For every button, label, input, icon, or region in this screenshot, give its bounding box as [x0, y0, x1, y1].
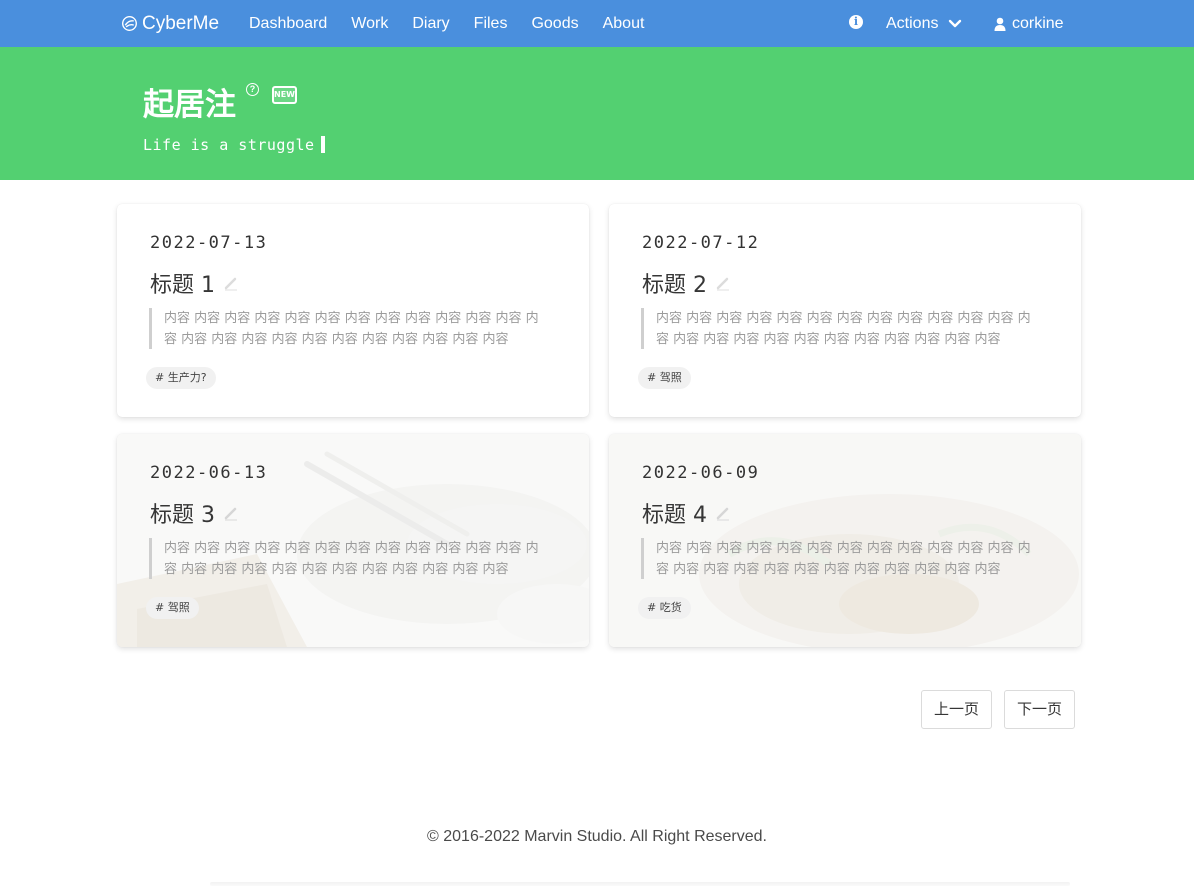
card-date: 2022-07-12 [642, 233, 760, 253]
card-title-text: 标题 3 [150, 503, 215, 528]
actions-dropdown[interactable]: Actions [886, 0, 962, 47]
nav-link-dashboard[interactable]: Dashboard [249, 15, 327, 33]
card-content: 内容 内容 内容 内容 内容 内容 内容 内容 内容 内容 内容 内容 内容 内… [641, 538, 1043, 579]
card-tag[interactable]: # 吃货 [638, 597, 691, 619]
card-title: 标题 3 [150, 497, 239, 529]
chevron-down-icon [949, 19, 962, 27]
cyberme-logo-icon [122, 16, 137, 31]
nav-link-goods[interactable]: Goods [531, 15, 578, 33]
nav-link-work[interactable]: Work [351, 15, 388, 33]
card-content: 内容 内容 内容 内容 内容 内容 内容 内容 内容 内容 内容 内容 内容 内… [149, 538, 551, 579]
hero-subtitle: Life is a struggle [143, 136, 325, 154]
help-icon[interactable]: ? [246, 83, 259, 96]
card-content: 内容 内容 内容 内容 内容 内容 内容 内容 内容 内容 内容 内容 内容 内… [149, 308, 551, 349]
diary-card[interactable]: 2022-06-09 标题 4 内容 内容 内容 内容 内容 内容 内容 内容 … [609, 434, 1081, 647]
subtitle-text: Life is a struggle [143, 136, 315, 154]
next-page-button[interactable]: 下一页 [1004, 690, 1076, 729]
actions-label: Actions [886, 14, 939, 32]
footer-divider [210, 882, 1070, 886]
top-navbar: CyberMe Dashboard Work Diary Files Goods… [0, 0, 1194, 47]
edit-icon[interactable] [715, 505, 731, 521]
card-title: 标题 1 [150, 267, 239, 299]
card-tag[interactable]: # 驾照 [146, 597, 199, 619]
nav-link-files[interactable]: Files [474, 15, 508, 33]
hero-banner: 起居注 ? NEW Life is a struggle [0, 47, 1194, 180]
nav-link-diary[interactable]: Diary [412, 15, 449, 33]
brand-name: CyberMe [142, 12, 220, 34]
card-title-text: 标题 1 [150, 273, 215, 298]
diary-card[interactable]: 2022-06-13 标题 3 内容 内容 内容 内容 内容 内容 内容 内容 … [117, 434, 589, 647]
diary-card[interactable]: 2022-07-13 标题 1 内容 内容 内容 内容 内容 内容 内容 内容 … [117, 204, 589, 417]
new-badge: NEW [272, 86, 297, 104]
typing-cursor [320, 136, 325, 153]
card-title: 标题 4 [642, 497, 731, 529]
user-menu[interactable]: corkine [994, 0, 1064, 47]
diary-card[interactable]: 2022-07-12 标题 2 内容 内容 内容 内容 内容 内容 内容 内容 … [609, 204, 1081, 417]
main-nav: Dashboard Work Diary Files Goods About [249, 0, 668, 47]
card-date: 2022-07-13 [150, 233, 268, 253]
brand-link[interactable]: CyberMe [121, 0, 219, 47]
card-tag[interactable]: # 驾照 [638, 367, 691, 389]
card-date: 2022-06-13 [150, 463, 268, 483]
edit-icon[interactable] [223, 275, 239, 291]
user-icon [994, 17, 1006, 31]
card-tag[interactable]: # 生产力? [146, 367, 216, 389]
nav-link-about[interactable]: About [603, 15, 645, 33]
card-content: 内容 内容 内容 内容 内容 内容 内容 内容 内容 内容 内容 内容 内容 内… [641, 308, 1043, 349]
card-title-text: 标题 4 [642, 503, 707, 528]
card-date: 2022-06-09 [642, 463, 760, 483]
user-name: corkine [1012, 14, 1064, 32]
info-icon[interactable]: i [849, 15, 863, 29]
page-title: 起居注 [143, 87, 236, 123]
card-title: 标题 2 [642, 267, 731, 299]
prev-page-button[interactable]: 上一页 [921, 690, 993, 729]
footer-copyright: © 2016-2022 Marvin Studio. All Right Res… [427, 828, 767, 845]
edit-icon[interactable] [715, 275, 731, 291]
card-title-text: 标题 2 [642, 273, 707, 298]
edit-icon[interactable] [223, 505, 239, 521]
